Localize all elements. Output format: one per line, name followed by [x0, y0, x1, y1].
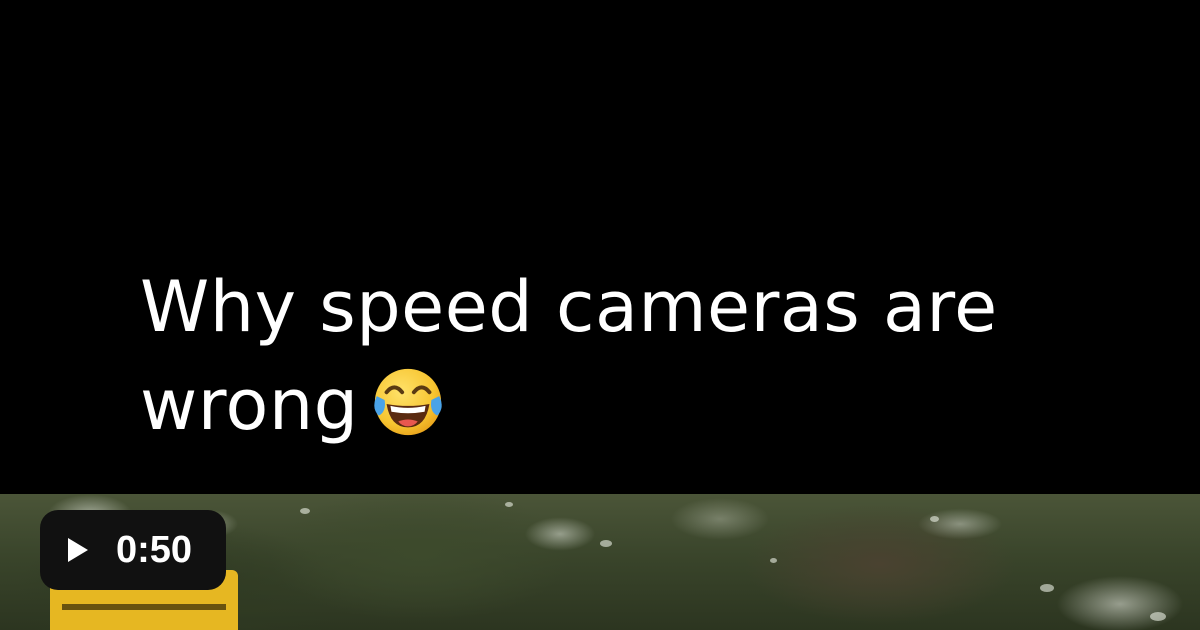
- speed-camera-stripe: [62, 604, 226, 610]
- video-thumbnail[interactable]: Why speed cameras are wrong 0:50: [0, 0, 1200, 630]
- caption-line-2: wrong: [140, 364, 359, 446]
- foliage-highlight: [1040, 584, 1054, 592]
- caption-line-1: Why speed cameras are: [140, 266, 998, 348]
- video-duration: 0:50: [116, 529, 193, 571]
- foliage-highlight: [1150, 612, 1166, 621]
- foliage-highlight: [300, 508, 310, 514]
- foliage-highlight: [600, 540, 612, 547]
- face-with-tears-of-joy-icon: [373, 368, 442, 436]
- caption-area: Why speed cameras are wrong: [0, 0, 1200, 494]
- play-duration-button[interactable]: 0:50: [40, 510, 226, 590]
- foliage-highlight: [770, 558, 777, 563]
- foliage-highlight: [505, 502, 513, 507]
- video-caption: Why speed cameras are wrong: [140, 258, 1140, 454]
- play-icon: [68, 538, 88, 562]
- caption-line-2-wrapper: wrong: [140, 356, 1140, 454]
- foliage-highlight: [930, 516, 939, 522]
